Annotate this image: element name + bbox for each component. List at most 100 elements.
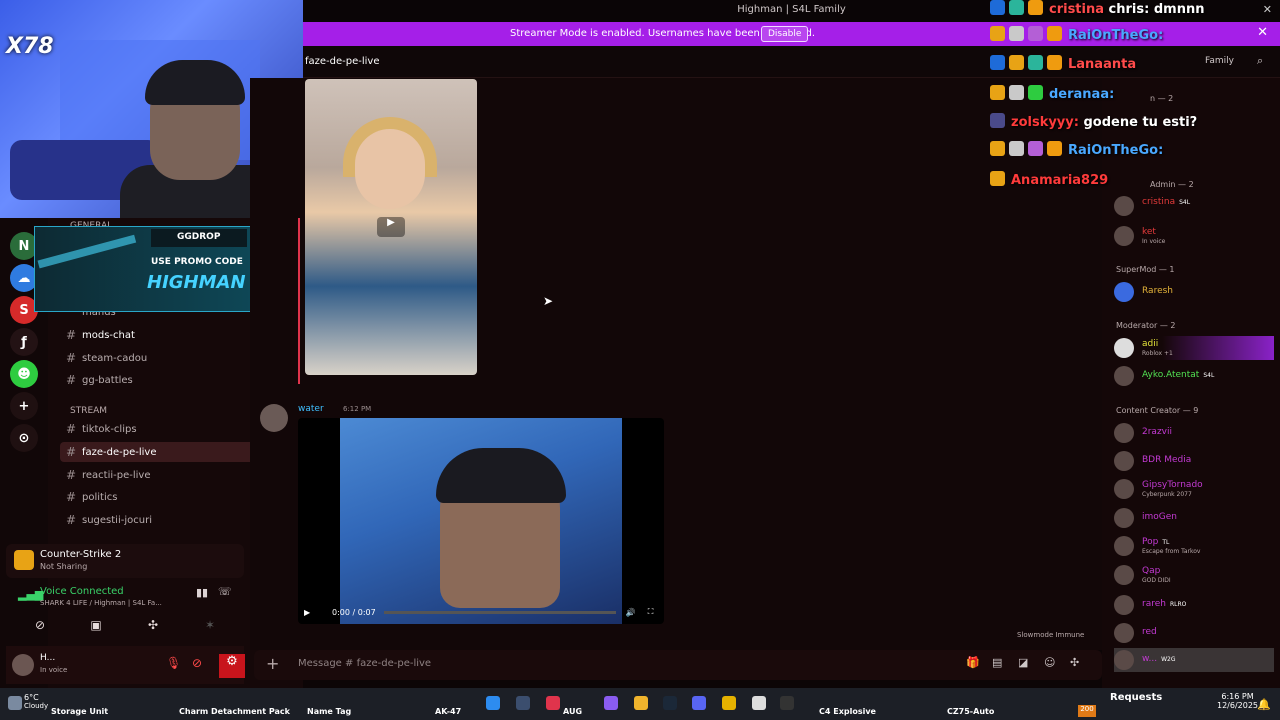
chat-line: cristina chris: dmnnn: [990, 0, 1204, 22]
member-item[interactable]: red: [1114, 621, 1274, 645]
promo-overlay: GGDROP USE PROMO CODE HIGHMAN: [34, 226, 252, 312]
activities-icon[interactable]: ✣: [143, 618, 163, 634]
member-item[interactable]: ket In voice: [1114, 224, 1274, 248]
avatar[interactable]: [260, 404, 288, 432]
taskbar-item[interactable]: AK-47: [435, 707, 461, 716]
member-item[interactable]: Pop TL Escape from Tarkov: [1114, 534, 1274, 558]
play-icon[interactable]: ▶: [377, 217, 405, 237]
member-item[interactable]: Qap GOD DIDI: [1114, 563, 1274, 587]
activity-panel: Counter-Strike 2 Not Sharing: [6, 544, 244, 578]
gear-icon[interactable]: ⚙: [219, 654, 245, 678]
reply-indicator: [298, 218, 300, 384]
server-icon[interactable]: ☻: [10, 360, 38, 388]
folder-icon[interactable]: [634, 696, 648, 710]
voice-panel: ▂▄▆ Voice Connected SHARK 4 LIFE / Highm…: [6, 580, 244, 640]
disable-streamer-mode-button[interactable]: Disable: [761, 26, 809, 42]
steam-icon[interactable]: [663, 696, 677, 710]
mouse-cursor: ➤: [543, 294, 554, 308]
member-group-header: Moderator — 2: [1116, 321, 1176, 330]
user-name: H...: [40, 653, 56, 663]
category-stream[interactable]: STREAM: [70, 406, 107, 416]
attachment-image[interactable]: ▶: [305, 79, 477, 375]
app-icon[interactable]: [546, 696, 560, 710]
message-composer[interactable]: + Message # faze-de-pe-live 🎁 ▤ ◪ ☺ ✣: [254, 650, 1102, 680]
voice-channel: SHARK 4 LIFE / Highman | S4L Fa...: [40, 599, 162, 607]
camera-off-icon[interactable]: ⊘: [30, 618, 50, 634]
taskbar-item[interactable]: C4 Explosive: [819, 707, 876, 716]
notification-bell-icon[interactable]: 🔔: [1257, 698, 1271, 711]
channel-title: faze-de-pe-live: [305, 56, 380, 67]
system-clock[interactable]: 6:16 PM 12/6/2025: [1217, 692, 1258, 710]
member-group-header: SuperMod — 1: [1116, 265, 1175, 274]
deafen-icon[interactable]: ⊘: [192, 656, 202, 670]
screen-share-icon[interactable]: ▣: [86, 618, 106, 634]
chat-line: Anamaria829: [990, 171, 1108, 193]
chat-line: RaiOnTheGo:: [990, 26, 1163, 48]
gif-icon[interactable]: ▤: [992, 656, 1002, 669]
member-item[interactable]: cristina S4L: [1114, 194, 1274, 218]
chat-line: Lanaanta: [990, 55, 1136, 77]
webcam-badge: X78: [6, 34, 54, 59]
voice-status: Voice Connected: [40, 586, 124, 597]
game-icon: [14, 550, 34, 570]
video-controls: ▶ 0:00 / 0:07 🔊 ⛶: [298, 600, 664, 624]
taskbar-item[interactable]: CZ75-Auto: [947, 707, 994, 716]
gift-icon[interactable]: 🎁: [966, 656, 980, 669]
server-icon[interactable]: ƒ: [10, 328, 38, 356]
member-group-header: Content Creator — 9: [1116, 406, 1199, 415]
weather-icon: [8, 696, 22, 710]
promo-line-1: USE PROMO CODE: [151, 257, 243, 267]
app-icon[interactable]: [780, 696, 794, 710]
taskbar-item[interactable]: Storage Unit: [51, 707, 108, 716]
app-icon[interactable]: [752, 696, 766, 710]
add-attachment-icon[interactable]: +: [266, 654, 279, 673]
app-icon[interactable]: [516, 696, 530, 710]
game-status: Not Sharing: [40, 562, 88, 571]
chat-line: RaiOnTheGo:: [990, 141, 1163, 163]
member-item[interactable]: imoGen: [1114, 506, 1274, 530]
member-item[interactable]: w... W2G: [1114, 648, 1274, 672]
member-item[interactable]: GipsyTornado Cyberpunk 2077: [1114, 477, 1274, 501]
emoji-icon[interactable]: ☺: [1044, 656, 1055, 669]
message-author[interactable]: water: [298, 404, 324, 414]
taskbar-item[interactable]: Name Tag: [307, 707, 351, 716]
soundboard-icon[interactable]: ✶: [200, 618, 220, 634]
video-attachment[interactable]: ▶ 0:00 / 0:07 🔊 ⛶: [298, 418, 664, 624]
app-icon[interactable]: [722, 696, 736, 710]
fullscreen-icon[interactable]: ⛶: [648, 607, 654, 617]
discord-icon[interactable]: [692, 696, 706, 710]
slowmode-indicator: Slowmode Immune: [1017, 631, 1085, 639]
mute-icon[interactable]: 🎙: [166, 656, 181, 670]
add-server-icon[interactable]: +: [10, 392, 38, 420]
avatar[interactable]: [12, 654, 34, 676]
user-status: In voice: [40, 666, 68, 674]
noise-suppression-icon[interactable]: ▮▮: [196, 586, 208, 599]
member-item[interactable]: Raresh: [1114, 280, 1274, 304]
weather-widget[interactable]: 6°C Cloudy: [24, 693, 48, 710]
stream-chat-overlay: cristina chris: dmnnn RaiOnTheGo: Lanaan…: [990, 0, 1280, 195]
member-item[interactable]: 2razvii: [1114, 421, 1274, 445]
user-panel: H... In voice 🎙 ⊘ ⚙: [6, 646, 245, 684]
member-item[interactable]: rareh RLRO: [1114, 593, 1274, 617]
member-item[interactable]: adii Roblox +1: [1114, 336, 1274, 360]
video-progress-bar[interactable]: [383, 610, 616, 614]
taskbar-item[interactable]: Charm Detachment Pack: [179, 707, 290, 716]
video-time: 0:00 / 0:07: [332, 607, 376, 617]
composer-placeholder[interactable]: Message # faze-de-pe-live: [298, 658, 431, 669]
notification-badge: 200: [1078, 705, 1096, 717]
volume-icon[interactable]: 🔊: [626, 608, 636, 617]
apps-icon[interactable]: ✣: [1070, 656, 1079, 669]
member-item[interactable]: BDR Media: [1114, 449, 1274, 473]
sticker-icon[interactable]: ◪: [1018, 656, 1028, 669]
play-icon[interactable]: ▶: [304, 608, 316, 617]
chat-line: deranaa:: [990, 85, 1114, 107]
windows-icon[interactable]: [486, 696, 500, 710]
disconnect-icon[interactable]: ☏: [218, 585, 232, 598]
member-item[interactable]: Ayko.Atentat S4L: [1114, 364, 1274, 388]
promo-code: HIGHMAN: [147, 272, 246, 293]
requests-label[interactable]: Requests: [1110, 692, 1162, 703]
app-icon[interactable]: [604, 696, 618, 710]
chat-line: zolskyyy: godene tu esti?: [990, 113, 1197, 135]
discover-icon[interactable]: ⊙: [10, 424, 38, 452]
taskbar-item[interactable]: AUG: [563, 707, 582, 716]
